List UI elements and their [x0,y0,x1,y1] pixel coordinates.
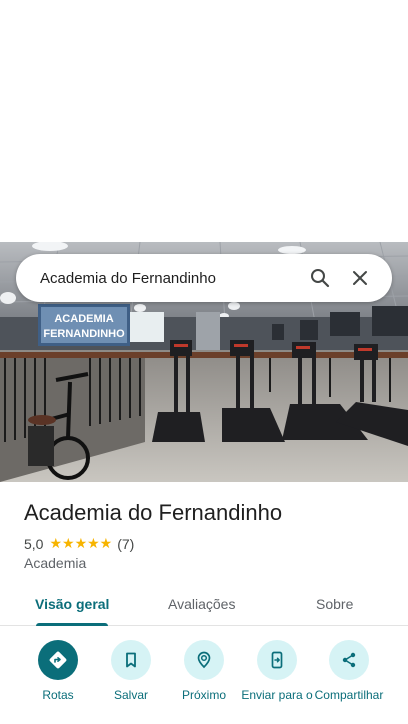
share-icon [329,640,369,680]
nearby-label: Próximo [181,688,226,702]
search-bar[interactable]: Academia do Fernandinho [16,254,392,302]
search-input[interactable]: Academia do Fernandinho [40,270,300,287]
svg-text:FERNANDINHO: FERNANDINHO [43,328,125,340]
directions-button[interactable]: Rotas [20,640,96,702]
review-count[interactable]: (7) [117,536,134,552]
share-button[interactable]: Compartilhar [311,640,387,702]
tab-about[interactable]: Sobre [316,596,353,612]
save-label: Salvar [113,688,148,702]
tab-overview[interactable]: Visão geral [35,596,109,612]
bookmark-icon [111,640,151,680]
svg-text:ACADEMIA: ACADEMIA [54,313,113,325]
directions-label: Rotas [42,688,74,702]
rating-value: 5,0 [24,535,44,552]
share-label: Compartilhar [314,688,384,702]
place-name: Academia do Fernandinho [24,500,283,525]
place-tabs: Visão geral Avaliações Sobre [0,588,408,626]
star-rating-icon: ★★★★★ [49,535,113,551]
tab-reviews[interactable]: Avaliações [168,596,235,612]
place-category[interactable]: Academia [24,555,86,571]
search-icon[interactable] [300,258,340,298]
send-to-phone-icon [257,640,297,680]
send-to-phone-label: Enviar para o [241,688,313,702]
map-area-blank [0,0,408,242]
send-to-phone-button[interactable]: Enviar para o [239,640,315,702]
rating-row[interactable]: 5,0 ★★★★★ (7) [24,535,134,552]
active-tab-indicator [36,623,108,626]
directions-icon [38,640,78,680]
save-button[interactable]: Salvar [93,640,169,702]
nearby-icon [184,640,224,680]
action-bar: Rotas Salvar Próximo Enviar para o Compa… [0,640,408,724]
close-icon[interactable] [340,258,380,298]
nearby-button[interactable]: Próximo [166,640,242,702]
